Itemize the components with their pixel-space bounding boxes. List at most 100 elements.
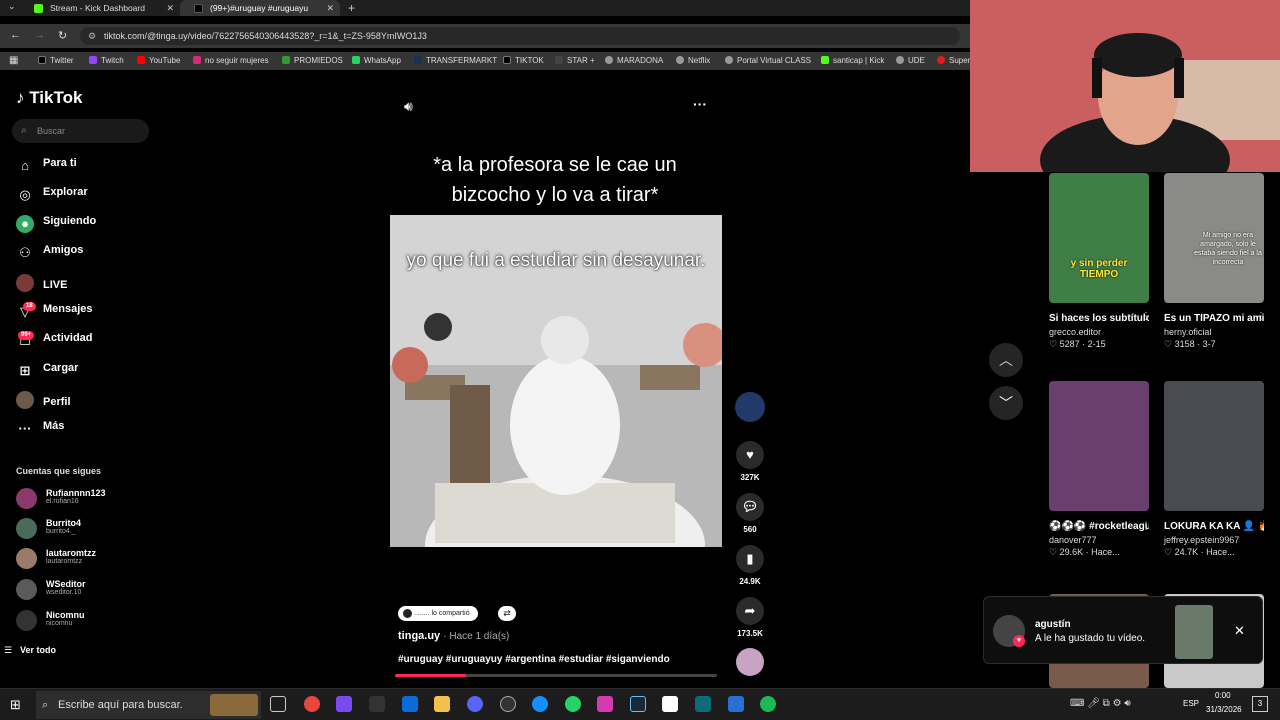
bookmark-maradona[interactable]: MARADONA	[605, 56, 663, 65]
nav-amigos[interactable]: ⚇ Amigos	[16, 244, 83, 262]
nav-label: Explorar	[43, 186, 88, 198]
outlook-icon[interactable]	[402, 696, 418, 712]
nav-label: Mensajes	[43, 303, 93, 315]
see-all-link[interactable]: ☰ Ver todo	[4, 645, 56, 655]
bookmark-portal[interactable]: Portal Virtual CLASS	[725, 56, 811, 65]
volume-icon[interactable]: 🔊︎	[404, 98, 413, 115]
more-options-icon[interactable]: ···	[693, 96, 707, 112]
close-icon[interactable]: ✕	[1234, 623, 1245, 639]
nav-mas[interactable]: ··· Más	[16, 420, 65, 438]
windows-start-icon[interactable]: ⊞	[10, 697, 21, 713]
account-handle: burrito4._	[46, 528, 76, 535]
clock-time[interactable]: 0:00	[1215, 691, 1231, 700]
related-video[interactable]: LOKURA KA KA 👤 🔥 #humor #fyp... ⋮ jeffre…	[1164, 381, 1266, 558]
discord-icon[interactable]	[467, 696, 483, 712]
tiktok-logo[interactable]: ♪ TikTok	[16, 88, 82, 108]
reload-icon[interactable]: ↻	[58, 29, 67, 42]
related-user[interactable]: grecco.editor	[1049, 327, 1149, 337]
share-button[interactable]: ➦ 173.5K	[735, 597, 765, 638]
music-disc-icon	[736, 648, 764, 676]
bookmark-transfermarkt[interactable]: TRANSFERMARKT	[414, 56, 497, 65]
shield-icon[interactable]	[728, 696, 744, 712]
notification-center-icon[interactable]: 3	[1252, 696, 1268, 712]
notification-user: agustín	[1035, 619, 1071, 630]
more-icon[interactable]: ⋮	[1141, 521, 1151, 532]
bookmark-tiktok[interactable]: TIKTOK	[503, 56, 544, 65]
close-tab-icon[interactable]: ✕	[326, 0, 334, 16]
bookmark-super[interactable]: Super	[937, 56, 970, 65]
nav-explorar[interactable]: ◎ Explorar	[16, 186, 88, 204]
capcut-icon[interactable]	[662, 696, 678, 712]
bookmark-whatsapp[interactable]: WhatsApp	[352, 56, 401, 65]
related-user[interactable]: jeffrey.epstein9967	[1164, 535, 1264, 545]
search-input[interactable]: ⌕ Buscar	[12, 119, 149, 143]
previous-video-button[interactable]: ︿	[989, 343, 1023, 377]
video-hashtags[interactable]: #uruguay #uruguayuy #argentina #estudiar…	[398, 654, 670, 665]
taskbar-search-input[interactable]: ⌕ Escribe aquí para buscar.	[36, 691, 261, 719]
bookmark-kick[interactable]: santicap | Kick	[821, 56, 884, 65]
related-video[interactable]: y sin perder TIEMPO Si haces los subtítu…	[1049, 173, 1151, 350]
shared-by-chip[interactable]: ........ lo compartió	[398, 606, 478, 621]
music-disc[interactable]	[735, 648, 765, 680]
bookmark-ude[interactable]: UDE	[896, 56, 925, 65]
notification-toast[interactable]: ♥ agustín A le ha gustado tu vídeo. ✕	[983, 596, 1263, 664]
video-player[interactable]: yo que fui a estudiar sin desayunar.	[390, 215, 722, 547]
file-explorer-icon[interactable]	[434, 696, 450, 712]
copilot-icon[interactable]	[336, 696, 352, 712]
url-field[interactable]: ⚙ tiktok.com/@tinga.uy/video/76227565403…	[80, 27, 960, 45]
related-user[interactable]: danover777	[1049, 535, 1149, 545]
bookmark-promiedos[interactable]: PROMIEDOS	[282, 56, 343, 65]
new-tab-icon[interactable]: +	[348, 0, 355, 16]
author-name[interactable]: tinga.uy	[398, 630, 440, 642]
forward-icon[interactable]: →	[34, 29, 45, 41]
bookmark-label: Portal Virtual CLASS	[737, 56, 812, 65]
nav-cargar[interactable]: ⊞ Cargar	[16, 362, 79, 380]
nav-perfil[interactable]: Perfil	[16, 391, 71, 409]
tab-list-chevron-icon[interactable]: ⌄	[8, 1, 16, 12]
more-icon[interactable]: ⋮	[1256, 311, 1266, 322]
spotify-icon[interactable]	[760, 696, 776, 712]
steam-icon[interactable]	[630, 696, 646, 712]
comment-button[interactable]: 💬︎ 560	[735, 493, 765, 534]
bookmark-netflix[interactable]: Netflix	[676, 56, 710, 65]
bookmark-star[interactable]: STAR +	[555, 56, 595, 65]
tab-tiktok-video[interactable]: (99+)#uruguay #uruguayu ✕	[180, 0, 340, 16]
nav-siguiendo[interactable]: ● Siguiendo	[16, 215, 96, 233]
bookmark-no-seguir[interactable]: no seguir mujeres	[193, 56, 269, 65]
app-icon[interactable]	[597, 696, 613, 712]
site-info-icon[interactable]: ⚙	[88, 27, 96, 45]
epic-games-icon[interactable]	[369, 696, 385, 712]
close-tab-icon[interactable]: ✕	[166, 0, 174, 16]
whatsapp-icon[interactable]	[565, 696, 581, 712]
nav-para-ti[interactable]: ⌂ Para ti	[16, 157, 77, 175]
task-view-icon[interactable]	[270, 696, 286, 712]
comment-icon: 💬︎	[736, 493, 764, 521]
more-icon[interactable]: ⋮	[1141, 311, 1151, 322]
video-progress-bar[interactable]	[395, 674, 717, 677]
clock-date[interactable]: 31/3/2026	[1206, 705, 1242, 714]
tray-icons[interactable]: ⌨ 🎤︎ ⧉ ⚙ 🔊︎	[1070, 698, 1131, 709]
related-user[interactable]: herny.oficial	[1164, 327, 1264, 337]
nav-live[interactable]: LIVE	[16, 274, 67, 292]
like-button[interactable]: ♥ 327K	[735, 441, 765, 482]
bookmark-twitter[interactable]: Twitter	[38, 56, 74, 65]
battlenet-icon[interactable]	[532, 696, 548, 712]
save-button[interactable]: ▮ 24.9K	[735, 545, 765, 586]
creator-avatar[interactable]	[735, 392, 765, 426]
app-icon[interactable]	[695, 696, 711, 712]
language-indicator[interactable]: ESP	[1183, 699, 1199, 708]
more-icon[interactable]: ⋮	[1256, 521, 1266, 532]
bookmark-label: Twitch	[101, 56, 124, 65]
tab-kick-dashboard[interactable]: Stream - Kick Dashboard ✕	[20, 0, 180, 16]
chrome-icon[interactable]	[304, 696, 320, 712]
back-icon[interactable]: ←	[10, 29, 21, 41]
related-video[interactable]: Mi amigo no era amargado, solo le estaba…	[1164, 173, 1266, 350]
bookmark-youtube[interactable]: YouTube	[137, 56, 180, 65]
repost-icon[interactable]: ⇄	[498, 606, 516, 621]
related-video[interactable]: ⚽⚽⚽ #rocketleague... ⋮ danover777 ♡ 29.6…	[1049, 381, 1151, 558]
next-video-button[interactable]: ﹀	[989, 386, 1023, 420]
bookmark-twitch[interactable]: Twitch	[89, 56, 124, 65]
obs-icon[interactable]	[500, 696, 516, 712]
apps-grid-icon[interactable]: ▦	[9, 55, 18, 66]
search-icon: ⌕	[42, 699, 49, 711]
